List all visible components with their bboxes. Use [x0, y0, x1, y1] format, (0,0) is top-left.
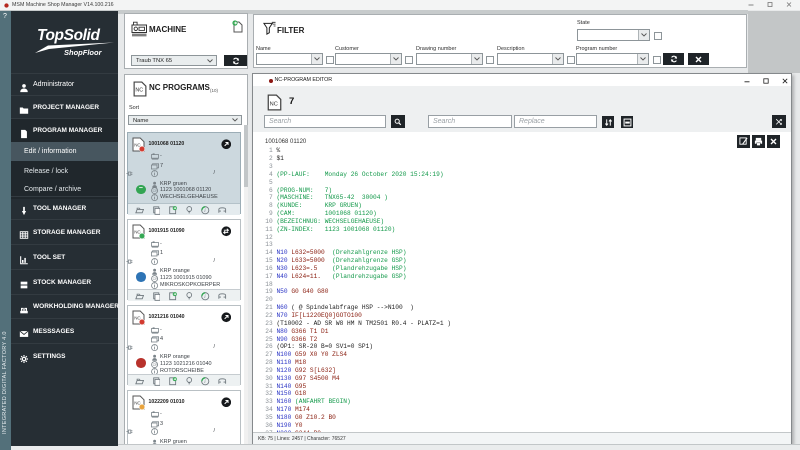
svg-text:CR: CR — [152, 189, 158, 193]
svg-text:NC: NC — [135, 88, 143, 94]
svg-text:CR: CR — [152, 276, 158, 280]
svg-text:NC: NC — [269, 101, 277, 107]
svg-text:i: i — [205, 208, 207, 214]
svg-text:i: i — [205, 294, 207, 300]
svg-text:i: i — [205, 379, 207, 385]
svg-text:CR: CR — [152, 362, 158, 366]
